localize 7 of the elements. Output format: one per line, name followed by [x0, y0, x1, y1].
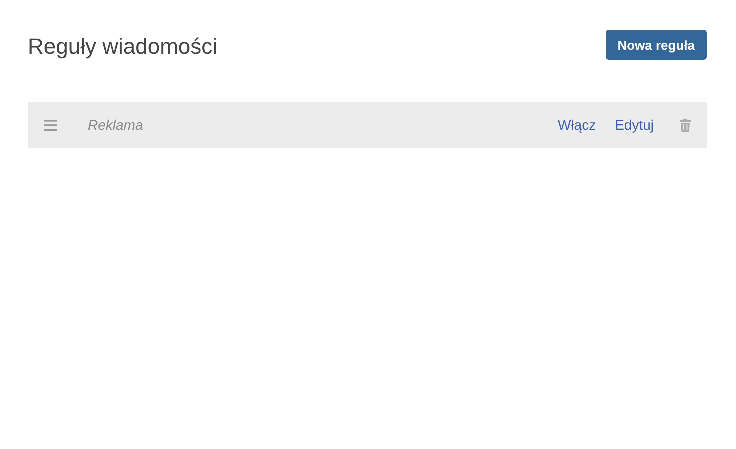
enable-link[interactable]: Włącz — [558, 117, 596, 133]
page-title: Reguły wiadomości — [28, 34, 218, 60]
drag-handle-icon[interactable] — [44, 120, 57, 130]
new-rule-button[interactable]: Nowa reguła — [606, 30, 707, 60]
trash-icon[interactable] — [680, 118, 691, 132]
rule-name: Reklama — [88, 117, 144, 133]
edit-link[interactable]: Edytuj — [615, 117, 654, 133]
